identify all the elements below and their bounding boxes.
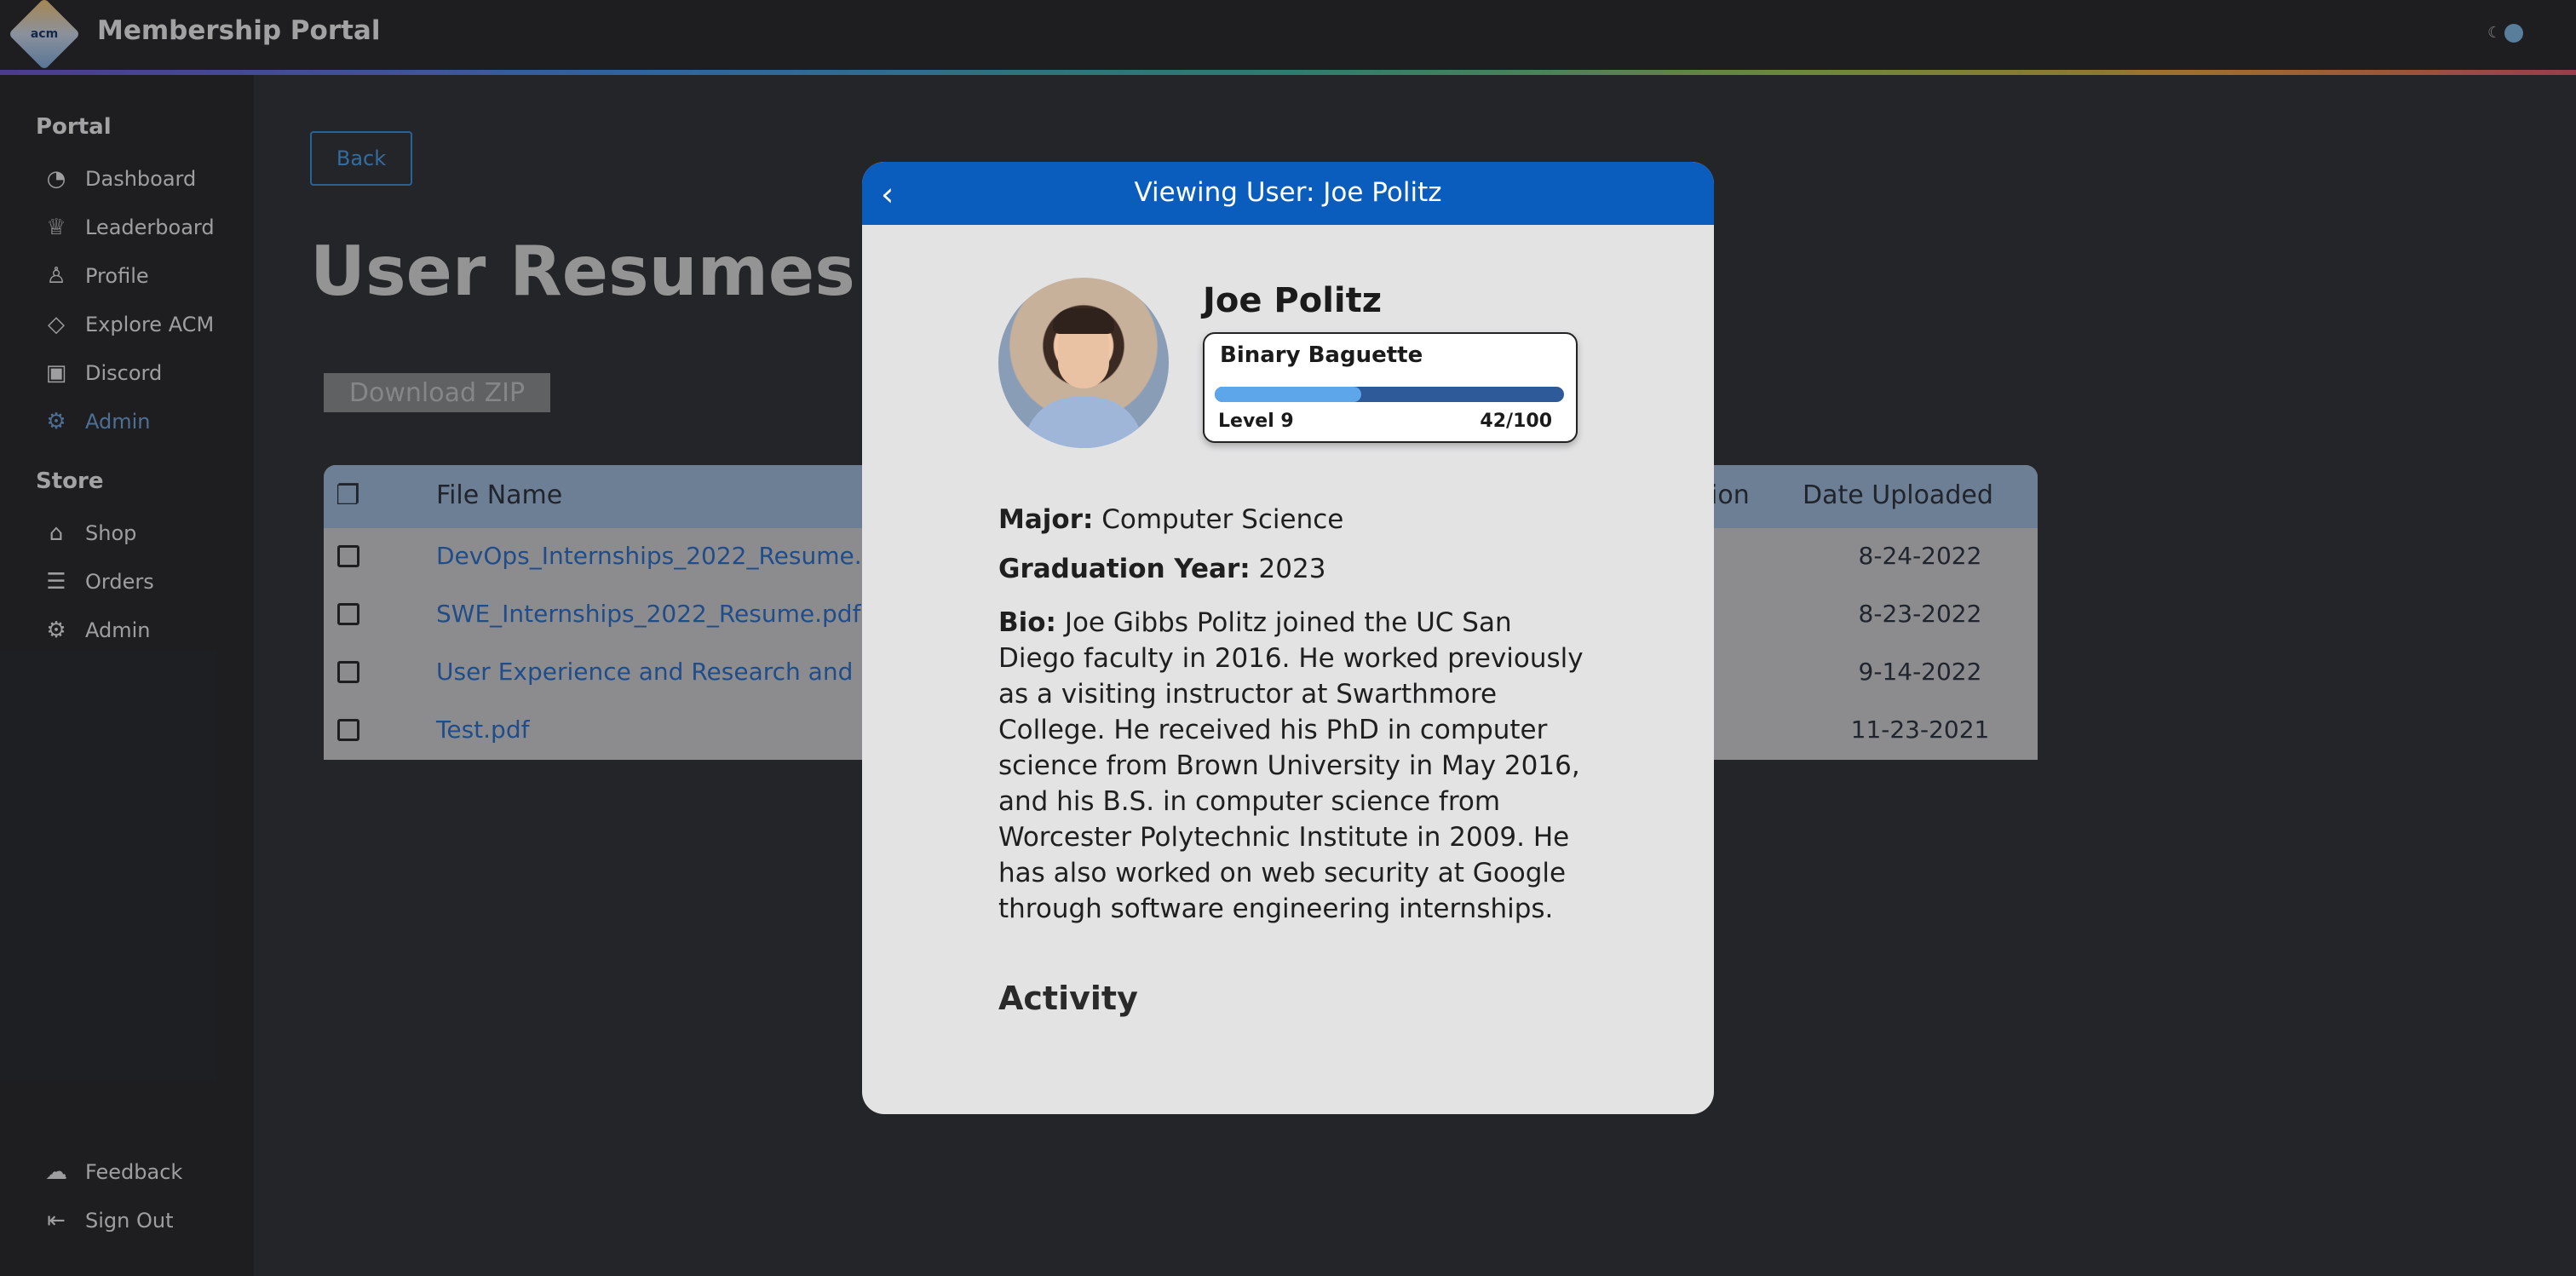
progress-fill bbox=[1215, 387, 1362, 402]
major-field: Major: Computer Science bbox=[998, 504, 1343, 535]
bio-text: Joe Gibbs Politz joined the UC San Diego… bbox=[998, 607, 1584, 924]
avatar-hair bbox=[1053, 308, 1114, 334]
avatar bbox=[998, 278, 1169, 448]
activity-heading: Activity bbox=[998, 980, 1138, 1017]
points-label: 42/100 bbox=[1480, 411, 1552, 432]
major-label: Major: bbox=[998, 504, 1094, 535]
rank-name: Binary Baguette bbox=[1220, 342, 1423, 368]
progress-bar bbox=[1215, 387, 1564, 402]
user-modal: ‹ Viewing User: Joe Politz Joe Politz Bi… bbox=[862, 162, 1714, 1114]
modal-header: ‹ Viewing User: Joe Politz bbox=[862, 162, 1714, 225]
avatar-shirt bbox=[1024, 397, 1143, 448]
bio-label: Bio: bbox=[998, 607, 1056, 638]
modal-title: Viewing User: Joe Politz bbox=[1134, 177, 1442, 208]
graduation-field: Graduation Year: 2023 bbox=[998, 554, 1325, 584]
level-label: Level 9 bbox=[1218, 411, 1294, 432]
graduation-label: Graduation Year: bbox=[998, 554, 1251, 584]
graduation-value: 2023 bbox=[1258, 554, 1326, 584]
bio-field: Bio: Joe Gibbs Politz joined the UC San … bbox=[998, 605, 1595, 927]
rank-card: Binary Baguette Level 9 42/100 bbox=[1203, 332, 1578, 443]
user-name: Joe Politz bbox=[1203, 281, 1383, 320]
major-value: Computer Science bbox=[1101, 504, 1344, 535]
